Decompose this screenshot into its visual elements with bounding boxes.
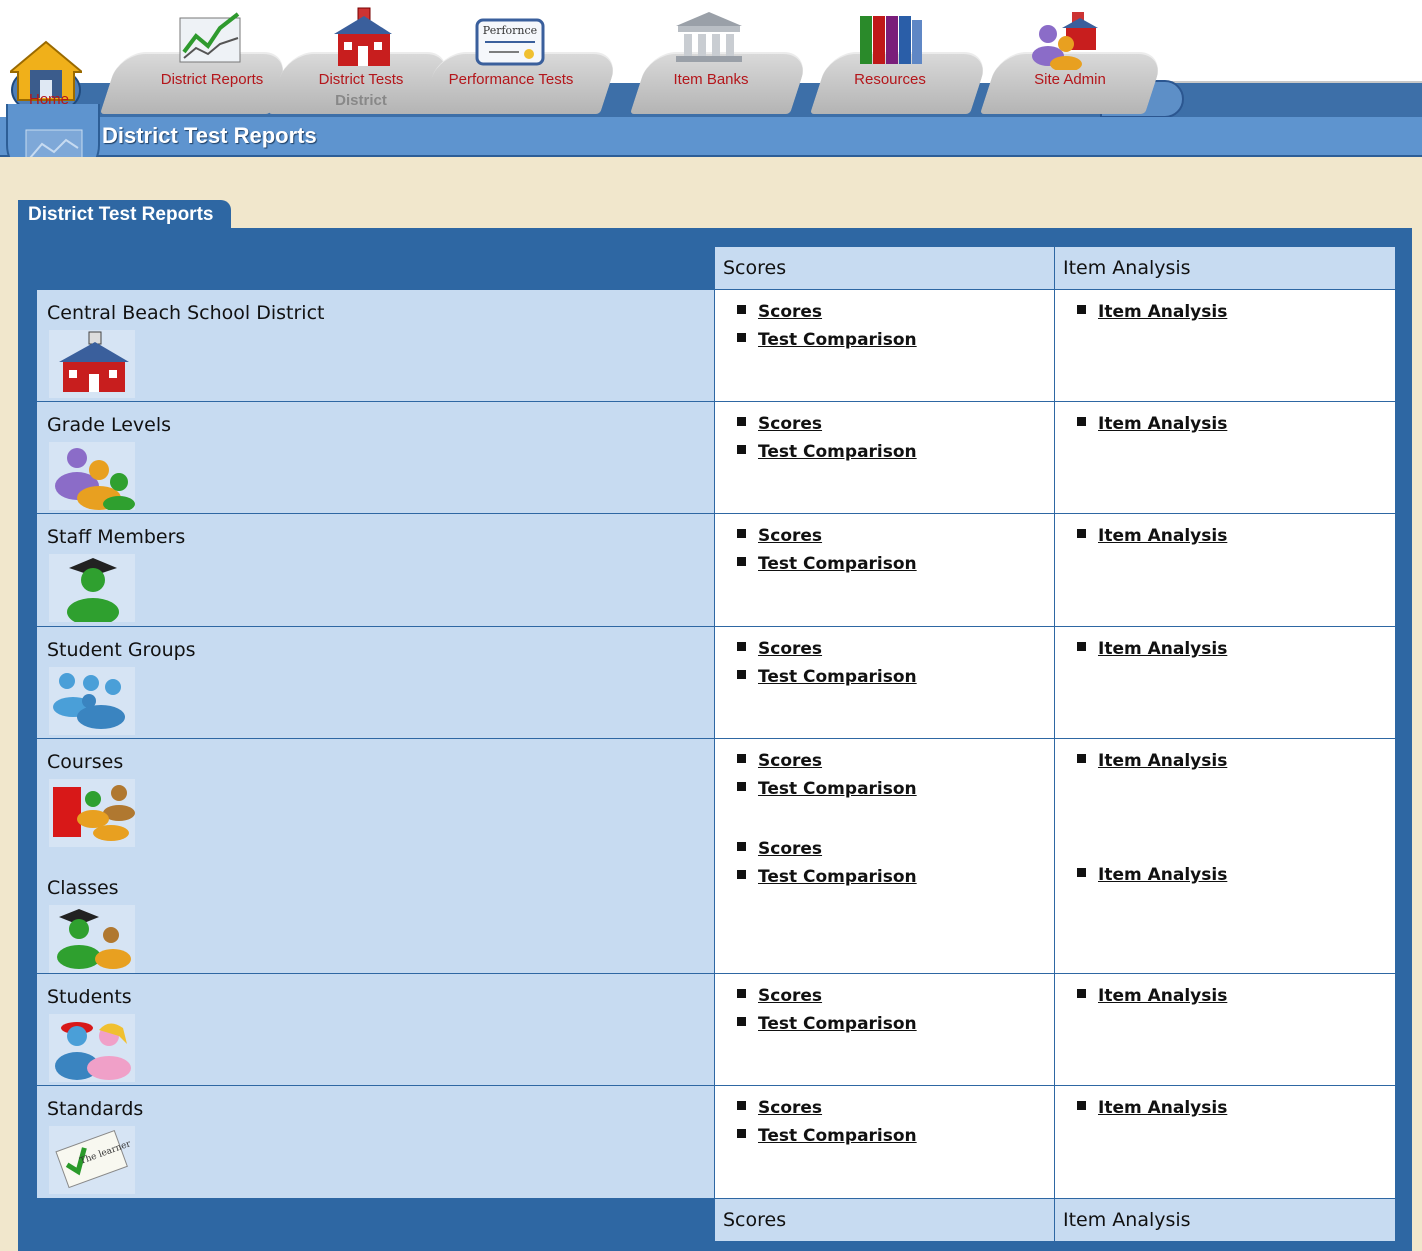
row-entity-cell: Student Groups <box>36 626 715 739</box>
item-analysis-link[interactable]: Item Analysis <box>1098 414 1227 434</box>
test-comparison-link[interactable]: Test Comparison <box>758 867 917 887</box>
row-title: Classes <box>47 877 119 899</box>
scores-link[interactable]: Scores <box>758 526 822 546</box>
tab-district-tests-sub: District <box>335 92 387 109</box>
item-analysis-link[interactable]: Item Analysis <box>1098 1098 1227 1118</box>
test-comparison-link[interactable]: Test Comparison <box>758 1014 917 1034</box>
scores-links-cell: Scores Test Comparison Scores Test Compa… <box>714 738 1055 974</box>
row-entity-cell: Students <box>36 973 715 1086</box>
test-comparison-link[interactable]: Test Comparison <box>758 667 917 687</box>
bank-building-icon <box>676 12 742 62</box>
performance-icon-text: Perfornce <box>483 24 537 37</box>
row-title: Staff Members <box>47 526 186 548</box>
tab-resources[interactable]: Resources <box>835 71 945 88</box>
school-house-icon <box>49 330 135 398</box>
section-tab: District Test Reports <box>18 200 232 230</box>
scores-link[interactable]: Scores <box>758 639 822 659</box>
table-row: Students Scores Test Comparison Item Ana… <box>36 973 1396 1086</box>
item-analysis-link[interactable]: Item Analysis <box>1098 751 1227 771</box>
scores-link[interactable]: Scores <box>758 302 822 322</box>
scores-links-cell: Scores Test Comparison <box>714 1085 1055 1199</box>
people-group-icon <box>49 442 135 512</box>
tab-district-reports[interactable]: District Reports <box>142 71 282 88</box>
row-entity-cell: Standards The learner <box>36 1085 715 1199</box>
test-comparison-link[interactable]: Test Comparison <box>758 779 917 799</box>
item-analysis-link[interactable]: Item Analysis <box>1098 526 1227 546</box>
reports-table: Scores Item Analysis Central Beach Schoo… <box>36 246 1396 1242</box>
row-entity-cell: Central Beach School District <box>36 289 715 402</box>
top-navigation: Home District Reports District Tests Dis… <box>0 0 1422 120</box>
row-title: Courses <box>47 751 124 773</box>
item-analysis-links-cell: Item Analysis <box>1054 626 1396 739</box>
tab-performance-tests[interactable]: Performance Tests <box>440 71 582 88</box>
table-row: Staff Members Scores Test Comparison Ite… <box>36 513 1396 627</box>
row-entity-cell: Grade Levels <box>36 401 715 514</box>
tab-site-admin[interactable]: Site Admin <box>1010 71 1130 88</box>
scores-links-cell: Scores Test Comparison <box>714 401 1055 514</box>
item-analysis-links-cell: Item Analysis <box>1054 973 1396 1086</box>
table-row: Courses Classes Scores Test Comparison S… <box>36 738 1396 974</box>
row-title: Students <box>47 986 132 1008</box>
item-analysis-link[interactable]: Item Analysis <box>1098 639 1227 659</box>
standards-checklist-icon: The learner <box>49 1126 135 1194</box>
scores-link[interactable]: Scores <box>758 414 822 434</box>
performance-certificate-icon: Perfornce <box>475 18 545 66</box>
footer-blank-cell <box>36 1198 715 1242</box>
graduate-person-icon <box>49 554 135 626</box>
scores-link[interactable]: Scores <box>758 751 822 771</box>
column-footer-item-analysis: Item Analysis <box>1054 1198 1396 1242</box>
table-row: Grade Levels Scores Test Comparison Item… <box>36 401 1396 514</box>
row-title: Grade Levels <box>47 414 172 436</box>
row-title: Student Groups <box>47 639 196 661</box>
book-people-icon <box>49 779 135 847</box>
row-title: Central Beach School District <box>47 302 325 324</box>
scores-links-cell: Scores Test Comparison <box>714 289 1055 402</box>
line-chart-icon <box>179 12 241 63</box>
admin-people-icon <box>1032 12 1098 70</box>
row-entity-cell: Staff Members <box>36 513 715 627</box>
test-comparison-link[interactable]: Test Comparison <box>758 554 917 574</box>
blue-people-group-icon <box>49 667 135 735</box>
column-header-scores: Scores <box>714 246 1055 290</box>
scores-link[interactable]: Scores <box>758 1098 822 1118</box>
item-analysis-links-cell: Item Analysis <box>1054 401 1396 514</box>
row-entity-cell: Courses Classes <box>36 738 715 974</box>
scores-links-cell: Scores Test Comparison <box>714 626 1055 739</box>
scores-link[interactable]: Scores <box>758 986 822 1006</box>
page-title: District Test Reports <box>102 123 317 148</box>
item-analysis-links-cell: Item Analysis <box>1054 289 1396 402</box>
scores-links-cell: Scores Test Comparison <box>714 973 1055 1086</box>
scores-links-cell: Scores Test Comparison <box>714 513 1055 627</box>
graduate-group-icon <box>49 905 135 973</box>
school-house-icon <box>334 7 392 66</box>
item-analysis-links-cell: Item Analysis Item Analysis <box>1054 738 1396 974</box>
test-comparison-link[interactable]: Test Comparison <box>758 330 917 350</box>
test-comparison-link[interactable]: Test Comparison <box>758 1126 917 1146</box>
table-row: Student Groups Scores Test Comparison It… <box>36 626 1396 739</box>
item-analysis-link[interactable]: Item Analysis <box>1098 986 1227 1006</box>
test-comparison-link[interactable]: Test Comparison <box>758 442 917 462</box>
row-title: Standards <box>47 1098 144 1120</box>
header-blank-cell <box>36 246 715 290</box>
books-icon <box>860 16 922 64</box>
column-header-item-analysis: Item Analysis <box>1054 246 1396 290</box>
item-analysis-links-cell: Item Analysis <box>1054 513 1396 627</box>
tab-item-banks[interactable]: Item Banks <box>656 71 766 88</box>
students-icon <box>49 1014 135 1082</box>
item-analysis-link[interactable]: Item Analysis <box>1098 302 1227 322</box>
item-analysis-links-cell: Item Analysis <box>1054 1085 1396 1199</box>
tab-district-tests[interactable]: District Tests <box>296 71 426 88</box>
column-footer-scores: Scores <box>714 1198 1055 1242</box>
item-analysis-link[interactable]: Item Analysis <box>1098 865 1227 885</box>
table-header-row: Scores Item Analysis <box>36 246 1396 290</box>
table-footer-row: Scores Item Analysis <box>36 1198 1396 1242</box>
table-row: Central Beach School District Scores Tes… <box>36 289 1396 402</box>
scores-link[interactable]: Scores <box>758 839 822 859</box>
table-row: Standards The learner Scores Test Compar… <box>36 1085 1396 1199</box>
